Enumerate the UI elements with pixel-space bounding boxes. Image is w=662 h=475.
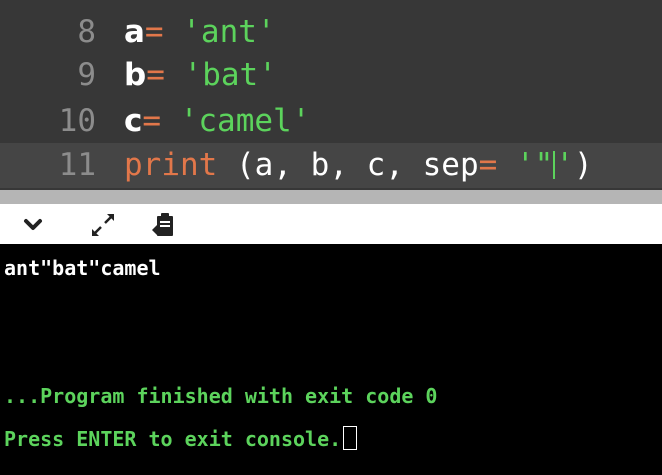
- close-paren: ): [573, 147, 593, 183]
- string-literal: 'camel': [179, 103, 311, 139]
- line-number: 11: [58, 147, 96, 183]
- line-number: 8: [77, 14, 96, 50]
- string-literal: 'bat': [183, 57, 277, 93]
- console-toolbar: [0, 204, 662, 244]
- code-text[interactable]: a= 'ant': [124, 10, 276, 55]
- code-text[interactable]: b= 'bat': [124, 53, 277, 98]
- code-text[interactable]: print (a, b, c, sep= '"'): [124, 143, 593, 188]
- code-line-10[interactable]: 10 c= 'camel': [0, 99, 662, 144]
- assign-operator: =: [478, 147, 498, 183]
- line-number: 10: [58, 103, 96, 139]
- program-output: ant"bat"camel: [4, 256, 161, 280]
- code-line-8[interactable]: 8 a= 'ant': [0, 10, 662, 55]
- exit-prompt: Press ENTER to exit console.: [4, 425, 358, 453]
- sep-string-close: ': [555, 147, 574, 183]
- string-literal: 'ant': [182, 14, 276, 50]
- assign-operator: =: [142, 103, 162, 139]
- code-line-9[interactable]: 9 b= 'bat': [0, 53, 662, 98]
- console-cursor: [343, 426, 358, 450]
- chevron-down-icon[interactable]: [18, 210, 48, 240]
- print-args: (a, b, c, sep: [236, 147, 479, 183]
- exit-prompt-text: Press ENTER to exit console.: [4, 427, 342, 451]
- variable-b: b: [124, 57, 147, 93]
- variable-a: a: [124, 14, 145, 50]
- expand-icon[interactable]: [88, 210, 118, 240]
- clipboard-icon[interactable]: [150, 210, 180, 240]
- assign-operator: =: [144, 14, 164, 50]
- exit-status-message: ...Program finished with exit code 0: [4, 384, 438, 408]
- code-editor[interactable]: 8 a= 'ant' 9 b= 'bat' 10 c= 'camel' 11 p…: [0, 0, 662, 190]
- console-output[interactable]: ant"bat"camel ...Program finished with e…: [0, 244, 662, 475]
- variable-c: c: [124, 103, 143, 139]
- print-keyword: print: [124, 147, 218, 183]
- panel-resize-handle[interactable]: [0, 190, 662, 204]
- assign-operator: =: [146, 57, 165, 93]
- line-number: 9: [77, 57, 96, 93]
- code-line-11[interactable]: 11 print (a, b, c, sep= '"'): [0, 143, 662, 188]
- code-text[interactable]: c= 'camel': [124, 99, 310, 144]
- sep-string-open: '": [515, 147, 554, 183]
